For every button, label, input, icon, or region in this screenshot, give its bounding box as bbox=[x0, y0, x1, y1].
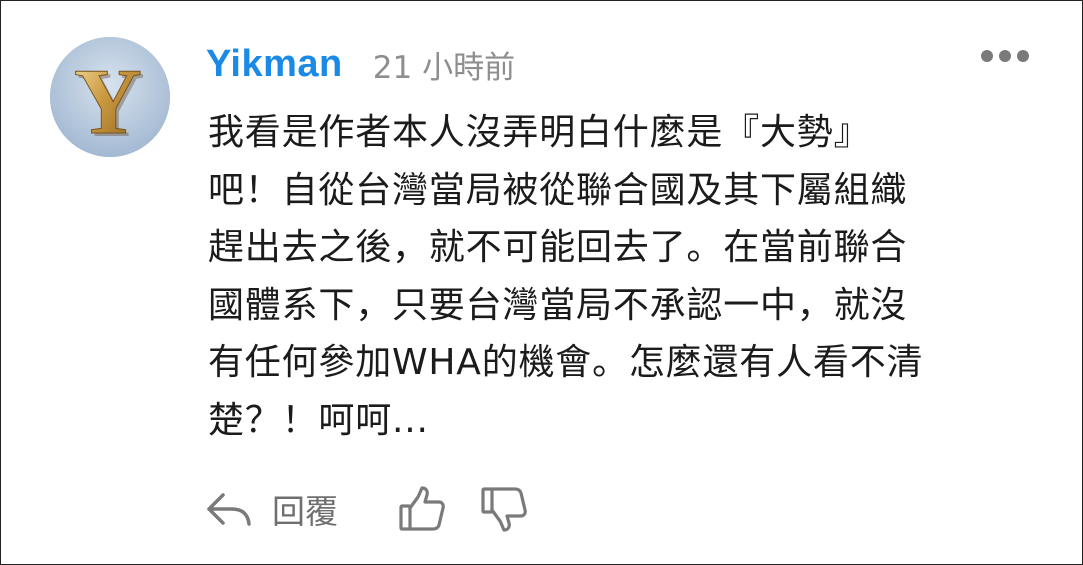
thumbs-down-icon bbox=[481, 487, 527, 532]
avatar-image: Y Y bbox=[50, 37, 170, 157]
comment-text: 我看是作者本人沒弄明白什麼是『大勢』 吧！自從台灣當局被從聯合國及其下屬組織 趕… bbox=[208, 112, 924, 441]
comment-header: Yikman 21 小時前 bbox=[206, 39, 515, 89]
reply-arrow-icon bbox=[207, 493, 251, 526]
timestamp: 21 小時前 bbox=[372, 49, 516, 86]
svg-text:Y: Y bbox=[74, 50, 142, 154]
more-horizontal-icon bbox=[981, 50, 1029, 62]
more-options-button[interactable] bbox=[979, 41, 1031, 71]
username-link[interactable]: Yikman bbox=[206, 43, 343, 86]
dislike-button[interactable] bbox=[480, 485, 528, 533]
reply-button[interactable]: 回覆 bbox=[206, 485, 338, 533]
comment-card: Y Y Yikman 21 小時前 我看是作者本人沒弄明白什麼是『大勢』 吧！自… bbox=[0, 0, 1083, 565]
like-button[interactable] bbox=[398, 485, 446, 533]
thumbs-up-icon bbox=[399, 486, 445, 531]
reply-label: 回覆 bbox=[272, 492, 338, 531]
avatar[interactable]: Y Y bbox=[50, 37, 170, 157]
comment-actions: 回覆 bbox=[206, 484, 528, 534]
